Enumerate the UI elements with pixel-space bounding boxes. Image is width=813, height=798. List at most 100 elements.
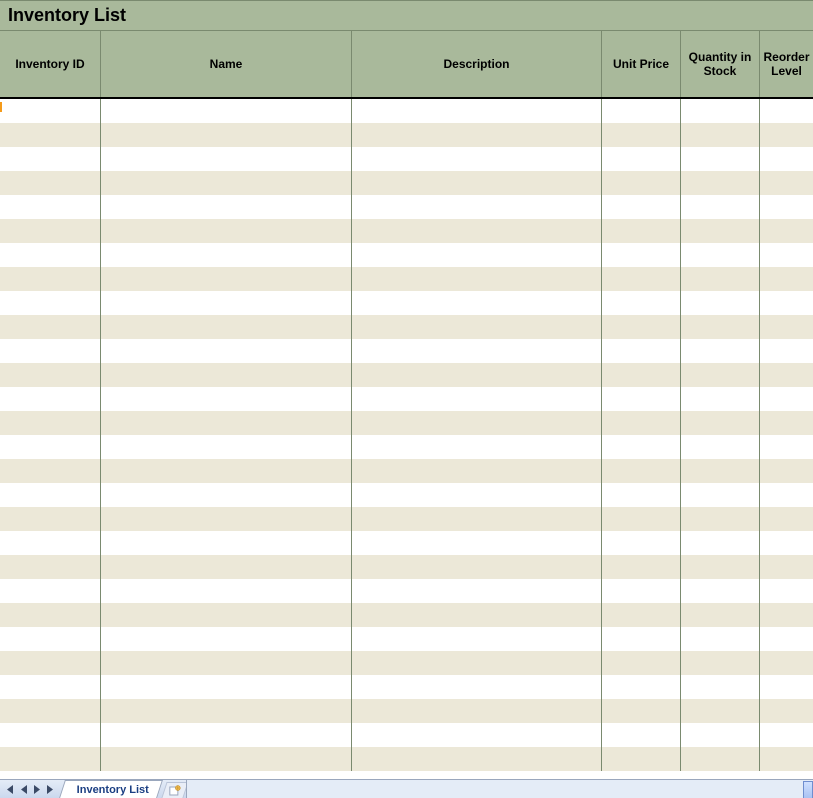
table-row[interactable] [0,675,813,699]
table-row[interactable] [0,531,813,555]
horizontal-scrollbar[interactable] [186,780,813,798]
table-cell[interactable] [759,627,813,651]
table-cell[interactable] [759,555,813,579]
table-cell[interactable] [680,387,759,411]
table-cell[interactable] [351,411,601,435]
table-cell[interactable] [680,195,759,219]
table-row[interactable] [0,315,813,339]
table-cell[interactable] [351,219,601,243]
table-cell[interactable] [0,699,100,723]
table-cell[interactable] [0,267,100,291]
table-cell[interactable] [100,219,351,243]
table-cell[interactable] [0,555,100,579]
table-cell[interactable] [100,291,351,315]
table-cell[interactable] [759,243,813,267]
table-cell[interactable] [0,171,100,195]
table-cell[interactable] [759,363,813,387]
table-cell[interactable] [100,651,351,675]
table-cell[interactable] [100,171,351,195]
table-row[interactable] [0,171,813,195]
table-cell[interactable] [100,363,351,387]
table-row[interactable] [0,195,813,219]
table-cell[interactable] [100,507,351,531]
table-cell[interactable] [351,459,601,483]
table-cell[interactable] [759,267,813,291]
table-row[interactable] [0,123,813,147]
table-row[interactable] [0,387,813,411]
table-cell[interactable] [601,243,680,267]
table-cell[interactable] [351,171,601,195]
col-header-name[interactable]: Name [100,31,351,97]
table-cell[interactable] [351,675,601,699]
table-cell[interactable] [351,747,601,771]
table-cell[interactable] [759,315,813,339]
table-cell[interactable] [601,459,680,483]
table-row[interactable] [0,99,813,123]
table-cell[interactable] [0,411,100,435]
table-cell[interactable] [100,195,351,219]
table-row[interactable] [0,267,813,291]
table-cell[interactable] [351,291,601,315]
table-cell[interactable] [601,507,680,531]
table-cell[interactable] [680,411,759,435]
table-cell[interactable] [601,219,680,243]
table-cell[interactable] [680,339,759,363]
table-cell[interactable] [100,723,351,747]
nav-next-button[interactable] [30,781,44,798]
nav-first-button[interactable] [2,781,16,798]
table-cell[interactable] [100,411,351,435]
table-cell[interactable] [351,483,601,507]
table-cell[interactable] [601,267,680,291]
table-cell[interactable] [759,483,813,507]
table-cell[interactable] [759,651,813,675]
table-cell[interactable] [601,651,680,675]
table-cell[interactable] [680,483,759,507]
table-cell[interactable] [0,363,100,387]
table-row[interactable] [0,291,813,315]
table-cell[interactable] [351,531,601,555]
table-cell[interactable] [680,147,759,171]
table-cell[interactable] [601,411,680,435]
table-cell[interactable] [759,603,813,627]
table-row[interactable] [0,699,813,723]
table-cell[interactable] [601,627,680,651]
insert-sheet-button[interactable] [162,782,189,798]
table-cell[interactable] [100,123,351,147]
table-cell[interactable] [100,243,351,267]
table-cell[interactable] [100,579,351,603]
table-cell[interactable] [100,699,351,723]
table-cell[interactable] [680,747,759,771]
table-cell[interactable] [100,339,351,363]
table-row[interactable] [0,459,813,483]
table-cell[interactable] [351,627,601,651]
table-cell[interactable] [351,699,601,723]
table-cell[interactable] [759,387,813,411]
table-cell[interactable] [601,195,680,219]
table-cell[interactable] [100,531,351,555]
table-cell[interactable] [601,579,680,603]
table-cell[interactable] [0,195,100,219]
table-cell[interactable] [0,339,100,363]
table-cell[interactable] [0,123,100,147]
col-header-inventory-id[interactable]: Inventory ID [0,31,100,97]
table-cell[interactable] [759,411,813,435]
table-cell[interactable] [759,435,813,459]
table-cell[interactable] [351,195,601,219]
table-row[interactable] [0,243,813,267]
table-cell[interactable] [351,267,601,291]
table-cell[interactable] [759,123,813,147]
table-cell[interactable] [0,435,100,459]
table-cell[interactable] [351,579,601,603]
table-cell[interactable] [601,291,680,315]
table-cell[interactable] [601,531,680,555]
table-cell[interactable] [351,315,601,339]
table-cell[interactable] [759,579,813,603]
table-cell[interactable] [0,387,100,411]
table-cell[interactable] [680,243,759,267]
table-cell[interactable] [759,339,813,363]
table-cell[interactable] [351,507,601,531]
table-cell[interactable] [680,171,759,195]
table-cell[interactable] [601,171,680,195]
table-cell[interactable] [680,99,759,123]
table-cell[interactable] [0,675,100,699]
